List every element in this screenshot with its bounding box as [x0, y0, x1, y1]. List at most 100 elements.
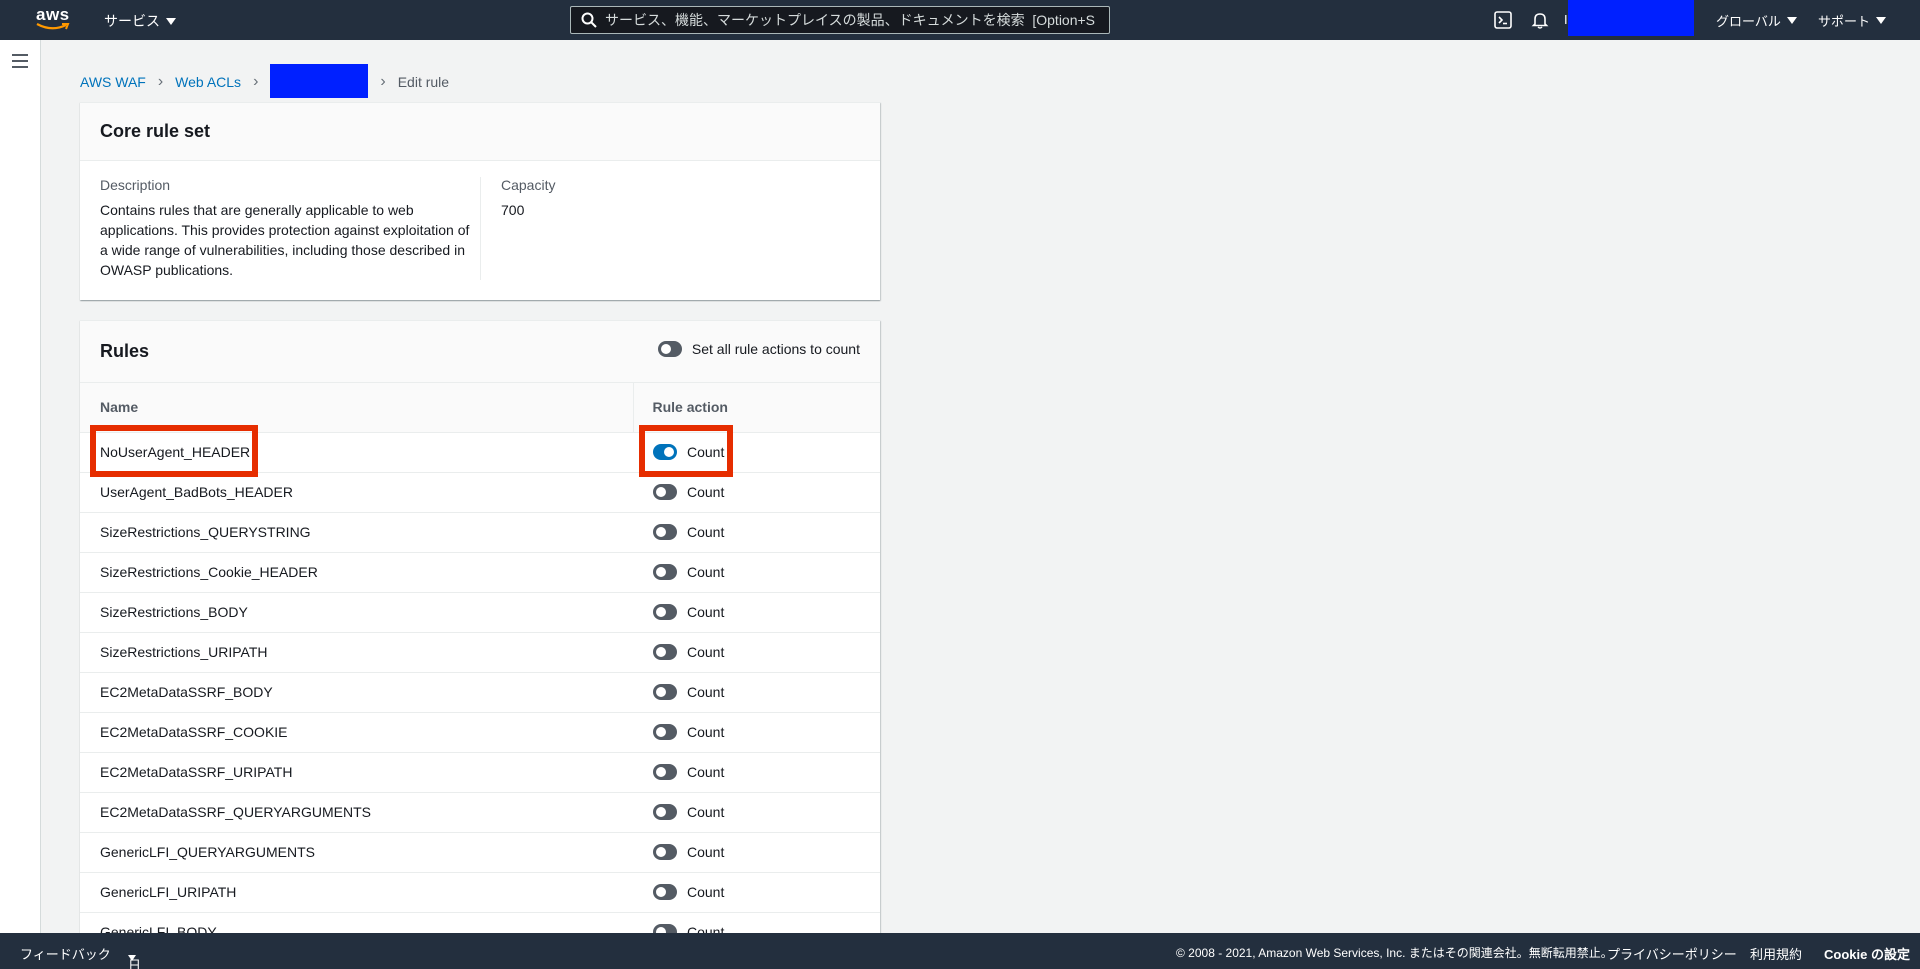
count-label: Count [687, 524, 725, 540]
cloudshell-icon[interactable] [1494, 11, 1512, 29]
rule-action-cell: Count [633, 712, 880, 753]
rule-action-count-toggle[interactable]: Count [653, 924, 880, 933]
caret-down-icon [166, 17, 176, 25]
search-input[interactable] [605, 12, 1095, 28]
count-label: Count [687, 844, 725, 860]
rule-action-count-toggle[interactable]: Count [653, 764, 880, 780]
rule-name-cell: NoUserAgent_HEADER [80, 432, 633, 473]
rule-name-cell: EC2MetaDataSSRF_QUERYARGUMENTS [80, 792, 633, 833]
rule-action-cell: Count [633, 912, 880, 933]
count-toggle-switch[interactable] [653, 724, 677, 740]
account-menu-redacted[interactable] [1568, 0, 1694, 36]
breadcrumb-web-acl-redacted[interactable] [270, 64, 369, 98]
rule-name-cell: GenericLFI_URIPATH [80, 872, 633, 913]
count-toggle-switch[interactable] [653, 524, 677, 540]
rule-action-cell: Count [633, 672, 880, 713]
rule-action-cell: Count [633, 512, 880, 553]
rule-action-count-toggle[interactable]: Count [653, 884, 880, 900]
region-menu-button[interactable]: グローバル [1716, 11, 1797, 30]
rule-action-count-toggle[interactable]: Count [653, 524, 880, 540]
privacy-link[interactable]: プライバシーポリシー [1607, 944, 1737, 963]
count-label: Count [687, 444, 725, 460]
set-all-label: Set all rule actions to count [691, 341, 860, 357]
rule-name-cell: EC2MetaDataSSRF_COOKIE [80, 712, 633, 753]
table-row: SizeRestrictions_Cookie_HEADER Count [80, 552, 880, 593]
description-value: Contains rules that are generally applic… [100, 202, 470, 278]
rule-set-header: Core rule set [80, 103, 880, 161]
count-toggle-switch[interactable] [653, 764, 677, 780]
aws-logo[interactable]: aws [36, 6, 72, 34]
rule-set-panel: Core rule set Description Contains rules… [80, 102, 880, 300]
table-row: EC2MetaDataSSRF_COOKIE Count [80, 712, 880, 753]
caret-down-icon [1876, 17, 1887, 24]
table-row: SizeRestrictions_URIPATH Count [80, 632, 880, 673]
count-label: Count [687, 564, 725, 580]
capacity-value: 700 [501, 202, 525, 218]
table-row: GenericLFI_URIPATH Count [80, 872, 880, 913]
rule-action-count-toggle[interactable]: Count [653, 804, 880, 820]
count-label: Count [687, 684, 725, 700]
rules-header: Rules Set all rule actions to count [80, 321, 880, 383]
breadcrumb-aws-waf[interactable]: AWS WAF [80, 74, 146, 90]
breadcrumb-current: Edit rule [397, 74, 450, 90]
rule-action-count-toggle[interactable]: Count [653, 564, 880, 580]
capacity-label: Capacity [501, 177, 556, 193]
aws-smile-icon [36, 23, 70, 30]
support-label: サポート [1818, 14, 1871, 29]
count-label: Count [687, 644, 725, 660]
count-toggle-switch[interactable] [653, 804, 677, 820]
top-navigation: aws サービス I グローバル サポート [0, 0, 1920, 40]
count-toggle-switch[interactable] [653, 444, 677, 460]
rule-set-title: Core rule set [100, 121, 211, 141]
rule-name-cell: EC2MetaDataSSRF_BODY [80, 672, 633, 713]
chevron-right-icon: › [380, 73, 386, 90]
services-menu-button[interactable]: サービス [104, 11, 176, 31]
search-box[interactable] [570, 6, 1110, 34]
count-toggle-switch[interactable] [653, 484, 677, 500]
table-row: SizeRestrictions_BODY Count [80, 592, 880, 633]
rule-action-count-toggle[interactable]: Count [653, 644, 880, 660]
count-toggle-switch[interactable] [653, 884, 677, 900]
rule-action-count-toggle[interactable]: Count [653, 484, 880, 500]
rule-action-count-toggle[interactable]: Count [653, 684, 880, 700]
caret-down-icon [1786, 17, 1797, 24]
rules-table: Name Rule action NoUserAgent_HEADER Count… [80, 383, 880, 933]
set-all-toggle-switch[interactable] [657, 341, 682, 357]
rule-action-count-toggle[interactable]: Count [653, 604, 880, 620]
rules-panel: Rules Set all rule actions to count Name… [80, 320, 880, 933]
rule-name-cell: EC2MetaDataSSRF_URIPATH [80, 752, 633, 793]
count-label: Count [687, 484, 725, 500]
rule-action-cell: Count [633, 592, 880, 633]
set-all-count-toggle[interactable]: Set all rule actions to count [657, 341, 860, 357]
menu-icon[interactable] [12, 54, 28, 68]
breadcrumb-web-acls[interactable]: Web ACLs [175, 74, 241, 90]
count-toggle-switch[interactable] [653, 844, 677, 860]
footer: フィードバック 日本語 © 2008 - 2021, Amazon Web Se… [0, 933, 1920, 969]
table-row: GenericLFI_BODY Count [80, 912, 880, 933]
count-toggle-switch[interactable] [653, 644, 677, 660]
count-toggle-switch[interactable] [653, 604, 677, 620]
support-menu-button[interactable]: サポート [1818, 11, 1887, 30]
rule-name-cell: GenericLFI_QUERYARGUMENTS [80, 832, 633, 873]
terms-link[interactable]: 利用規約 [1750, 944, 1802, 963]
rule-action-cell: Count [633, 792, 880, 833]
rule-action-cell: Count [633, 632, 880, 673]
bell-icon[interactable] [1531, 11, 1549, 29]
count-label: Count [687, 924, 725, 933]
count-label: Count [687, 724, 725, 740]
rule-action-count-toggle[interactable]: Count [653, 844, 880, 860]
count-toggle-switch[interactable] [653, 924, 677, 933]
column-header-rule-action: Rule action [632, 383, 880, 433]
chevron-right-icon: › [157, 73, 164, 90]
cookie-settings-link[interactable]: Cookie の設定 [1824, 944, 1910, 963]
feedback-link[interactable]: フィードバック [20, 944, 111, 963]
rule-name-cell: SizeRestrictions_URIPATH [80, 632, 633, 673]
count-toggle-switch[interactable] [653, 564, 677, 580]
count-label: Count [687, 804, 725, 820]
rule-action-count-toggle[interactable]: Count [653, 444, 880, 460]
rule-name-cell: SizeRestrictions_QUERYSTRING [80, 512, 633, 553]
count-label: Count [687, 884, 725, 900]
table-row: EC2MetaDataSSRF_QUERYARGUMENTS Count [80, 792, 880, 833]
rule-action-count-toggle[interactable]: Count [653, 724, 880, 740]
count-toggle-switch[interactable] [653, 684, 677, 700]
